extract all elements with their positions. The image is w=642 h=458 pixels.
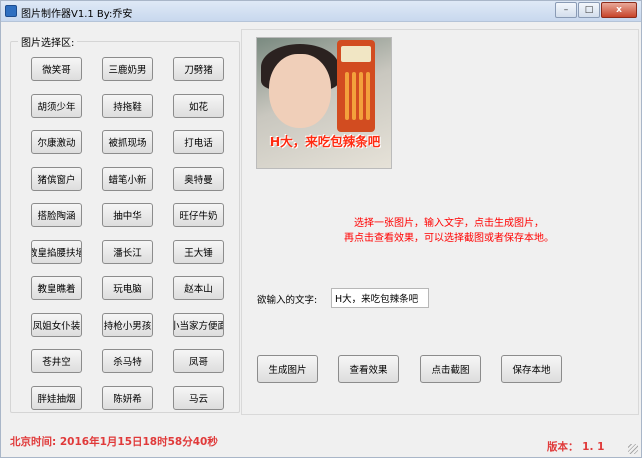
picture-button[interactable]: 奥特曼 xyxy=(173,167,224,191)
picture-button[interactable]: 凤哥 xyxy=(173,349,224,373)
picture-button[interactable]: 杀马特 xyxy=(102,349,153,373)
picture-button[interactable]: 小当家方便面 xyxy=(173,313,224,337)
picture-button[interactable]: 玩电脑 xyxy=(102,276,153,300)
picture-button[interactable]: 潘长江 xyxy=(102,240,153,264)
picture-button[interactable]: 马云 xyxy=(173,386,224,410)
picture-button[interactable]: 搭脸陶涵 xyxy=(31,203,82,227)
generate-image-button[interactable]: 生成图片 xyxy=(257,355,318,383)
save-local-button[interactable]: 保存本地 xyxy=(501,355,562,383)
picture-button[interactable]: 如花 xyxy=(173,94,224,118)
picture-button[interactable]: 胖娃抽烟 xyxy=(31,386,82,410)
screenshot-button[interactable]: 点击截图 xyxy=(420,355,481,383)
text-input-label: 欲输入的文字: xyxy=(257,295,318,306)
view-effect-button[interactable]: 查看效果 xyxy=(338,355,399,383)
picture-button[interactable]: 陈妍希 xyxy=(102,386,153,410)
window-title: 图片制作器V1.1 By:乔安 xyxy=(21,9,133,20)
app-window: 图片制作器V1.1 By:乔安 – □ x 图片选择区: 微笑哥 三鹿奶男 刀劈猪胡… xyxy=(0,0,642,458)
caption-text-input[interactable] xyxy=(331,288,429,308)
picture-button[interactable]: 教皇瞧着 xyxy=(31,276,82,300)
resize-grip[interactable] xyxy=(628,444,638,454)
instruction-line-1: 选择一张图片，输入文字，点击生成图片， xyxy=(354,218,544,229)
instruction-text: 选择一张图片，输入文字，点击生成图片， 再点击查看效果，可以选择截图或者保存本地… xyxy=(269,216,629,246)
version-status: 版本： 1. 1 xyxy=(547,441,605,453)
picture-button[interactable]: 尔康激动 xyxy=(31,130,82,154)
picture-button[interactable]: 教皇掐腰扶墙 xyxy=(31,240,82,264)
instruction-line-2: 再点击查看效果，可以选择截图或者保存本地。 xyxy=(344,233,554,244)
picture-button[interactable]: 打电话 xyxy=(173,130,224,154)
preview-caption: H大，来吃包辣条吧 xyxy=(269,134,381,149)
beijing-time-status: 北京时间: 2016年1月15日18时58分40秒 xyxy=(10,436,218,448)
picture-button[interactable]: 苍井空 xyxy=(31,349,82,373)
picture-button[interactable]: 抽中华 xyxy=(102,203,153,227)
title-bar[interactable]: 图片制作器V1.1 By:乔安 – □ x xyxy=(1,1,641,22)
picture-selection-label: 图片选择区: xyxy=(18,34,78,49)
picture-button[interactable]: 蜡笔小新 xyxy=(102,167,153,191)
picture-button[interactable]: 赵本山 xyxy=(173,276,224,300)
picture-button[interactable]: 微笑哥 xyxy=(31,57,82,81)
picture-button[interactable]: 猪傧窗户 xyxy=(31,167,82,191)
preview-snack-label xyxy=(341,46,371,62)
close-button[interactable]: x xyxy=(601,2,637,18)
preview-snack-stick xyxy=(366,72,370,120)
minimize-button[interactable]: – xyxy=(555,2,577,18)
picture-button[interactable]: 持拖鞋 xyxy=(102,94,153,118)
picture-button[interactable]: 被抓现场 xyxy=(102,130,153,154)
maximize-button[interactable]: □ xyxy=(578,2,600,18)
picture-button[interactable]: 三鹿奶男 xyxy=(102,57,153,81)
picture-button[interactable]: 持枪小男孩 xyxy=(102,313,153,337)
preview-snack-stick xyxy=(352,72,356,120)
window-controls: – □ x xyxy=(554,2,637,18)
picture-button[interactable]: 凤姐女仆装 xyxy=(31,313,82,337)
picture-button[interactable]: 王大锤 xyxy=(173,240,224,264)
picture-button[interactable]: 胡须少年 xyxy=(31,94,82,118)
picture-button[interactable]: 旺仔牛奶 xyxy=(173,203,224,227)
picture-button[interactable]: 刀劈猪 xyxy=(173,57,224,81)
preview-image: H大，来吃包辣条吧 xyxy=(256,37,392,169)
preview-snack-stick xyxy=(359,72,363,120)
preview-snack-stick xyxy=(345,72,349,120)
preview-face xyxy=(269,54,331,128)
app-icon xyxy=(5,5,17,17)
